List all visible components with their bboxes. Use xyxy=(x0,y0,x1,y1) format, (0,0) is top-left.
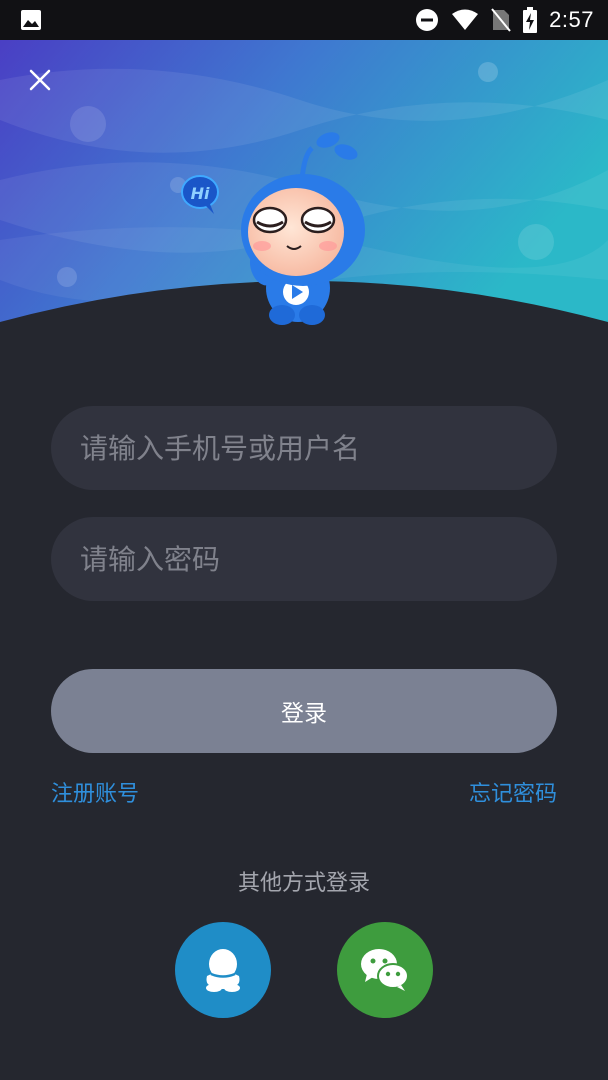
password-input[interactable] xyxy=(80,542,557,576)
qq-login-button[interactable] xyxy=(175,922,271,1018)
close-button[interactable] xyxy=(22,62,58,98)
battery-charging-icon xyxy=(523,7,538,33)
login-screen: 2:57 Hi 请输入手机号或用户名 登录 注册账号 忘记密码 其他方式登录 xyxy=(0,0,608,1080)
password-field[interactable] xyxy=(51,517,557,601)
register-link[interactable]: 注册账号 xyxy=(51,776,139,808)
wifi-icon xyxy=(452,9,479,30)
status-bar: 2:57 xyxy=(0,0,608,40)
hero-banner: Hi xyxy=(0,40,608,340)
no-sim-icon xyxy=(491,8,511,32)
other-login-label: 其他方式登录 xyxy=(237,871,370,896)
wechat-login-button[interactable] xyxy=(337,922,433,1018)
image-icon xyxy=(21,10,41,30)
close-icon xyxy=(29,69,51,91)
do-not-disturb-icon xyxy=(416,9,439,31)
login-button[interactable]: 登录 xyxy=(51,669,557,753)
wechat-icon xyxy=(361,949,409,991)
username-input[interactable] xyxy=(80,431,557,465)
svg-text:Hi: Hi xyxy=(191,184,210,203)
hero-background: Hi xyxy=(0,40,608,340)
username-field[interactable] xyxy=(51,406,557,490)
status-time: 2:57 xyxy=(549,7,594,32)
qq-icon xyxy=(206,949,240,992)
forgot-password-link[interactable]: 忘记密码 xyxy=(469,776,557,808)
